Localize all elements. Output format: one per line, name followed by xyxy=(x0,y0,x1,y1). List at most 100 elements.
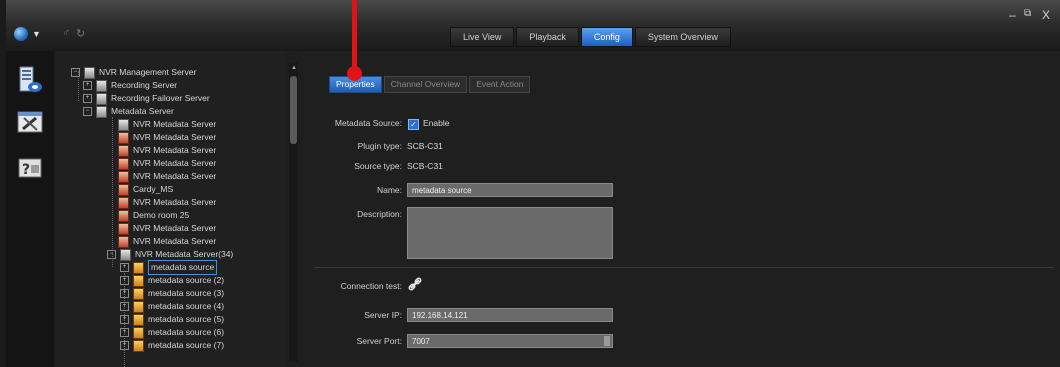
server-offline-icon xyxy=(118,183,129,196)
expand-icon[interactable]: + xyxy=(120,302,129,311)
close-button[interactable]: X xyxy=(1042,8,1050,22)
collapse-icon[interactable]: − xyxy=(83,107,92,116)
expand-icon[interactable]: + xyxy=(120,263,129,272)
tree-item[interactable]: NVR Metadata Server xyxy=(118,222,216,235)
server-offline-icon xyxy=(118,131,129,144)
tree-item[interactable]: Cardy_MS xyxy=(118,183,173,196)
server-offline-icon xyxy=(118,196,129,209)
management-server-icon xyxy=(84,66,95,79)
globe-icon[interactable] xyxy=(14,27,28,41)
recording-server-icon xyxy=(96,79,107,92)
tree-item[interactable]: NVR Metadata Server xyxy=(118,157,216,170)
refresh-icon[interactable]: ↻ xyxy=(76,27,85,40)
tree-item[interactable]: NVR Metadata Server xyxy=(118,118,216,131)
link-icon[interactable]: ♂ xyxy=(62,27,70,39)
tree-item[interactable]: + metadata source (6) xyxy=(120,326,224,339)
tree-item[interactable]: Demo room 25 xyxy=(118,209,189,222)
tab-live-view[interactable]: Live View xyxy=(450,27,515,47)
metadata-server-icon xyxy=(96,105,107,118)
tree-item[interactable]: + metadata source (4) xyxy=(120,300,224,313)
server-icon xyxy=(118,118,129,131)
server-port-input[interactable]: 7007 xyxy=(407,334,613,348)
help-icon[interactable]: ? xyxy=(15,153,45,183)
tab-playback[interactable]: Playback xyxy=(516,27,579,47)
server-port-label: Server Port: xyxy=(356,336,402,346)
restore-button[interactable]: ⧉ xyxy=(1024,8,1031,19)
server-icon xyxy=(120,248,131,261)
tree-item[interactable]: + metadata source (3) xyxy=(120,287,224,300)
failover-server-icon xyxy=(96,92,107,105)
annotation-arrow xyxy=(352,0,357,70)
server-offline-icon xyxy=(118,209,129,222)
tab-system-overview[interactable]: System Overview xyxy=(634,27,731,47)
tree-item[interactable]: + metadata source (2) xyxy=(120,274,224,287)
tab-config[interactable]: Config xyxy=(580,27,633,47)
server-ip-label: Server IP: xyxy=(364,310,402,320)
expand-icon[interactable]: + xyxy=(120,315,129,324)
tree-item[interactable]: + Recording Failover Server xyxy=(83,92,210,105)
tree-item[interactable]: − Metadata Server xyxy=(83,105,174,118)
tab-event-action[interactable]: Event Action xyxy=(469,76,531,93)
tree-item[interactable]: NVR Metadata Server xyxy=(118,235,216,248)
tree-item[interactable]: + metadata source (5) xyxy=(120,313,224,326)
name-input[interactable]: metadata source xyxy=(407,183,613,197)
annotation-marker xyxy=(347,66,362,81)
divider xyxy=(314,267,1054,268)
server-port-value: 7007 xyxy=(412,337,430,346)
expand-icon[interactable]: + xyxy=(120,289,129,298)
server-ip-input[interactable]: 192.168.14.121 xyxy=(407,308,613,322)
metadata-source-icon xyxy=(133,300,144,313)
top-bar: ▼ ♂ ↻ Live View Playback Config System O… xyxy=(6,0,1060,51)
link-test-icon[interactable] xyxy=(408,277,422,293)
tree-item[interactable]: NVR Metadata Server xyxy=(118,131,216,144)
chevron-down-icon[interactable]: ▼ xyxy=(32,29,41,39)
server-offline-icon xyxy=(118,235,129,248)
tree-connector xyxy=(112,117,113,267)
metadata-source-icon xyxy=(133,274,144,287)
tree-item[interactable]: + metadata source (7) xyxy=(120,339,224,352)
properties-panel: Properties Channel Overview Event Action… xyxy=(302,51,1060,367)
tree-item[interactable]: NVR Metadata Server xyxy=(118,196,216,209)
tab-channel-overview[interactable]: Channel Overview xyxy=(383,76,468,93)
expand-icon[interactable]: + xyxy=(120,341,129,350)
collapse-icon[interactable]: − xyxy=(71,68,80,77)
collapse-icon[interactable]: − xyxy=(107,250,116,259)
minimize-button[interactable]: – xyxy=(1009,8,1016,22)
tools-icon[interactable] xyxy=(15,107,45,137)
metadata-source-icon xyxy=(133,326,144,339)
connection-test-label: Connection test: xyxy=(340,281,402,291)
metadata-source-icon xyxy=(133,287,144,300)
scrollbar-thumb[interactable] xyxy=(290,76,297,144)
tree-item[interactable]: NVR Metadata Server xyxy=(118,170,216,183)
source-type-value: SCB-C31 xyxy=(407,161,443,171)
server-offline-icon xyxy=(118,222,129,235)
expand-icon[interactable]: + xyxy=(120,276,129,285)
enable-checkbox[interactable]: ✓ xyxy=(408,119,419,130)
app-window: ▼ ♂ ↻ Live View Playback Config System O… xyxy=(6,0,1060,367)
expand-icon[interactable]: + xyxy=(83,81,92,90)
metadata-source-icon xyxy=(133,313,144,326)
name-label: Name: xyxy=(376,185,402,195)
tree-item-root[interactable]: − NVR Management Server xyxy=(71,66,196,79)
server-manager-icon[interactable] xyxy=(15,65,45,95)
server-offline-icon xyxy=(118,144,129,157)
expand-icon[interactable]: + xyxy=(83,94,92,103)
tree-item[interactable]: + Recording Server xyxy=(83,79,177,92)
tree-scrollbar[interactable]: ▲ xyxy=(289,62,298,362)
svg-text:?: ? xyxy=(22,162,30,178)
server-tree: − NVR Management Server + Recording Serv… xyxy=(56,51,286,367)
metadata-source-icon xyxy=(133,261,144,274)
metadata-source-label: Metadata Source: xyxy=(334,118,402,128)
description-textarea[interactable] xyxy=(407,207,613,259)
server-offline-icon xyxy=(118,170,129,183)
metadata-source-icon xyxy=(133,339,144,352)
source-type-label: Source type: xyxy=(354,161,402,171)
enable-label: Enable xyxy=(423,118,450,128)
port-spinner[interactable] xyxy=(604,336,610,346)
expand-icon[interactable]: + xyxy=(120,328,129,337)
tree-item-selected[interactable]: + metadata source xyxy=(120,260,218,275)
scroll-up-icon[interactable]: ▲ xyxy=(291,65,297,71)
plugin-type-value: SCB-C31 xyxy=(407,141,443,151)
tree-item[interactable]: NVR Metadata Server xyxy=(118,144,216,157)
left-icon-rail: ? xyxy=(6,51,54,367)
